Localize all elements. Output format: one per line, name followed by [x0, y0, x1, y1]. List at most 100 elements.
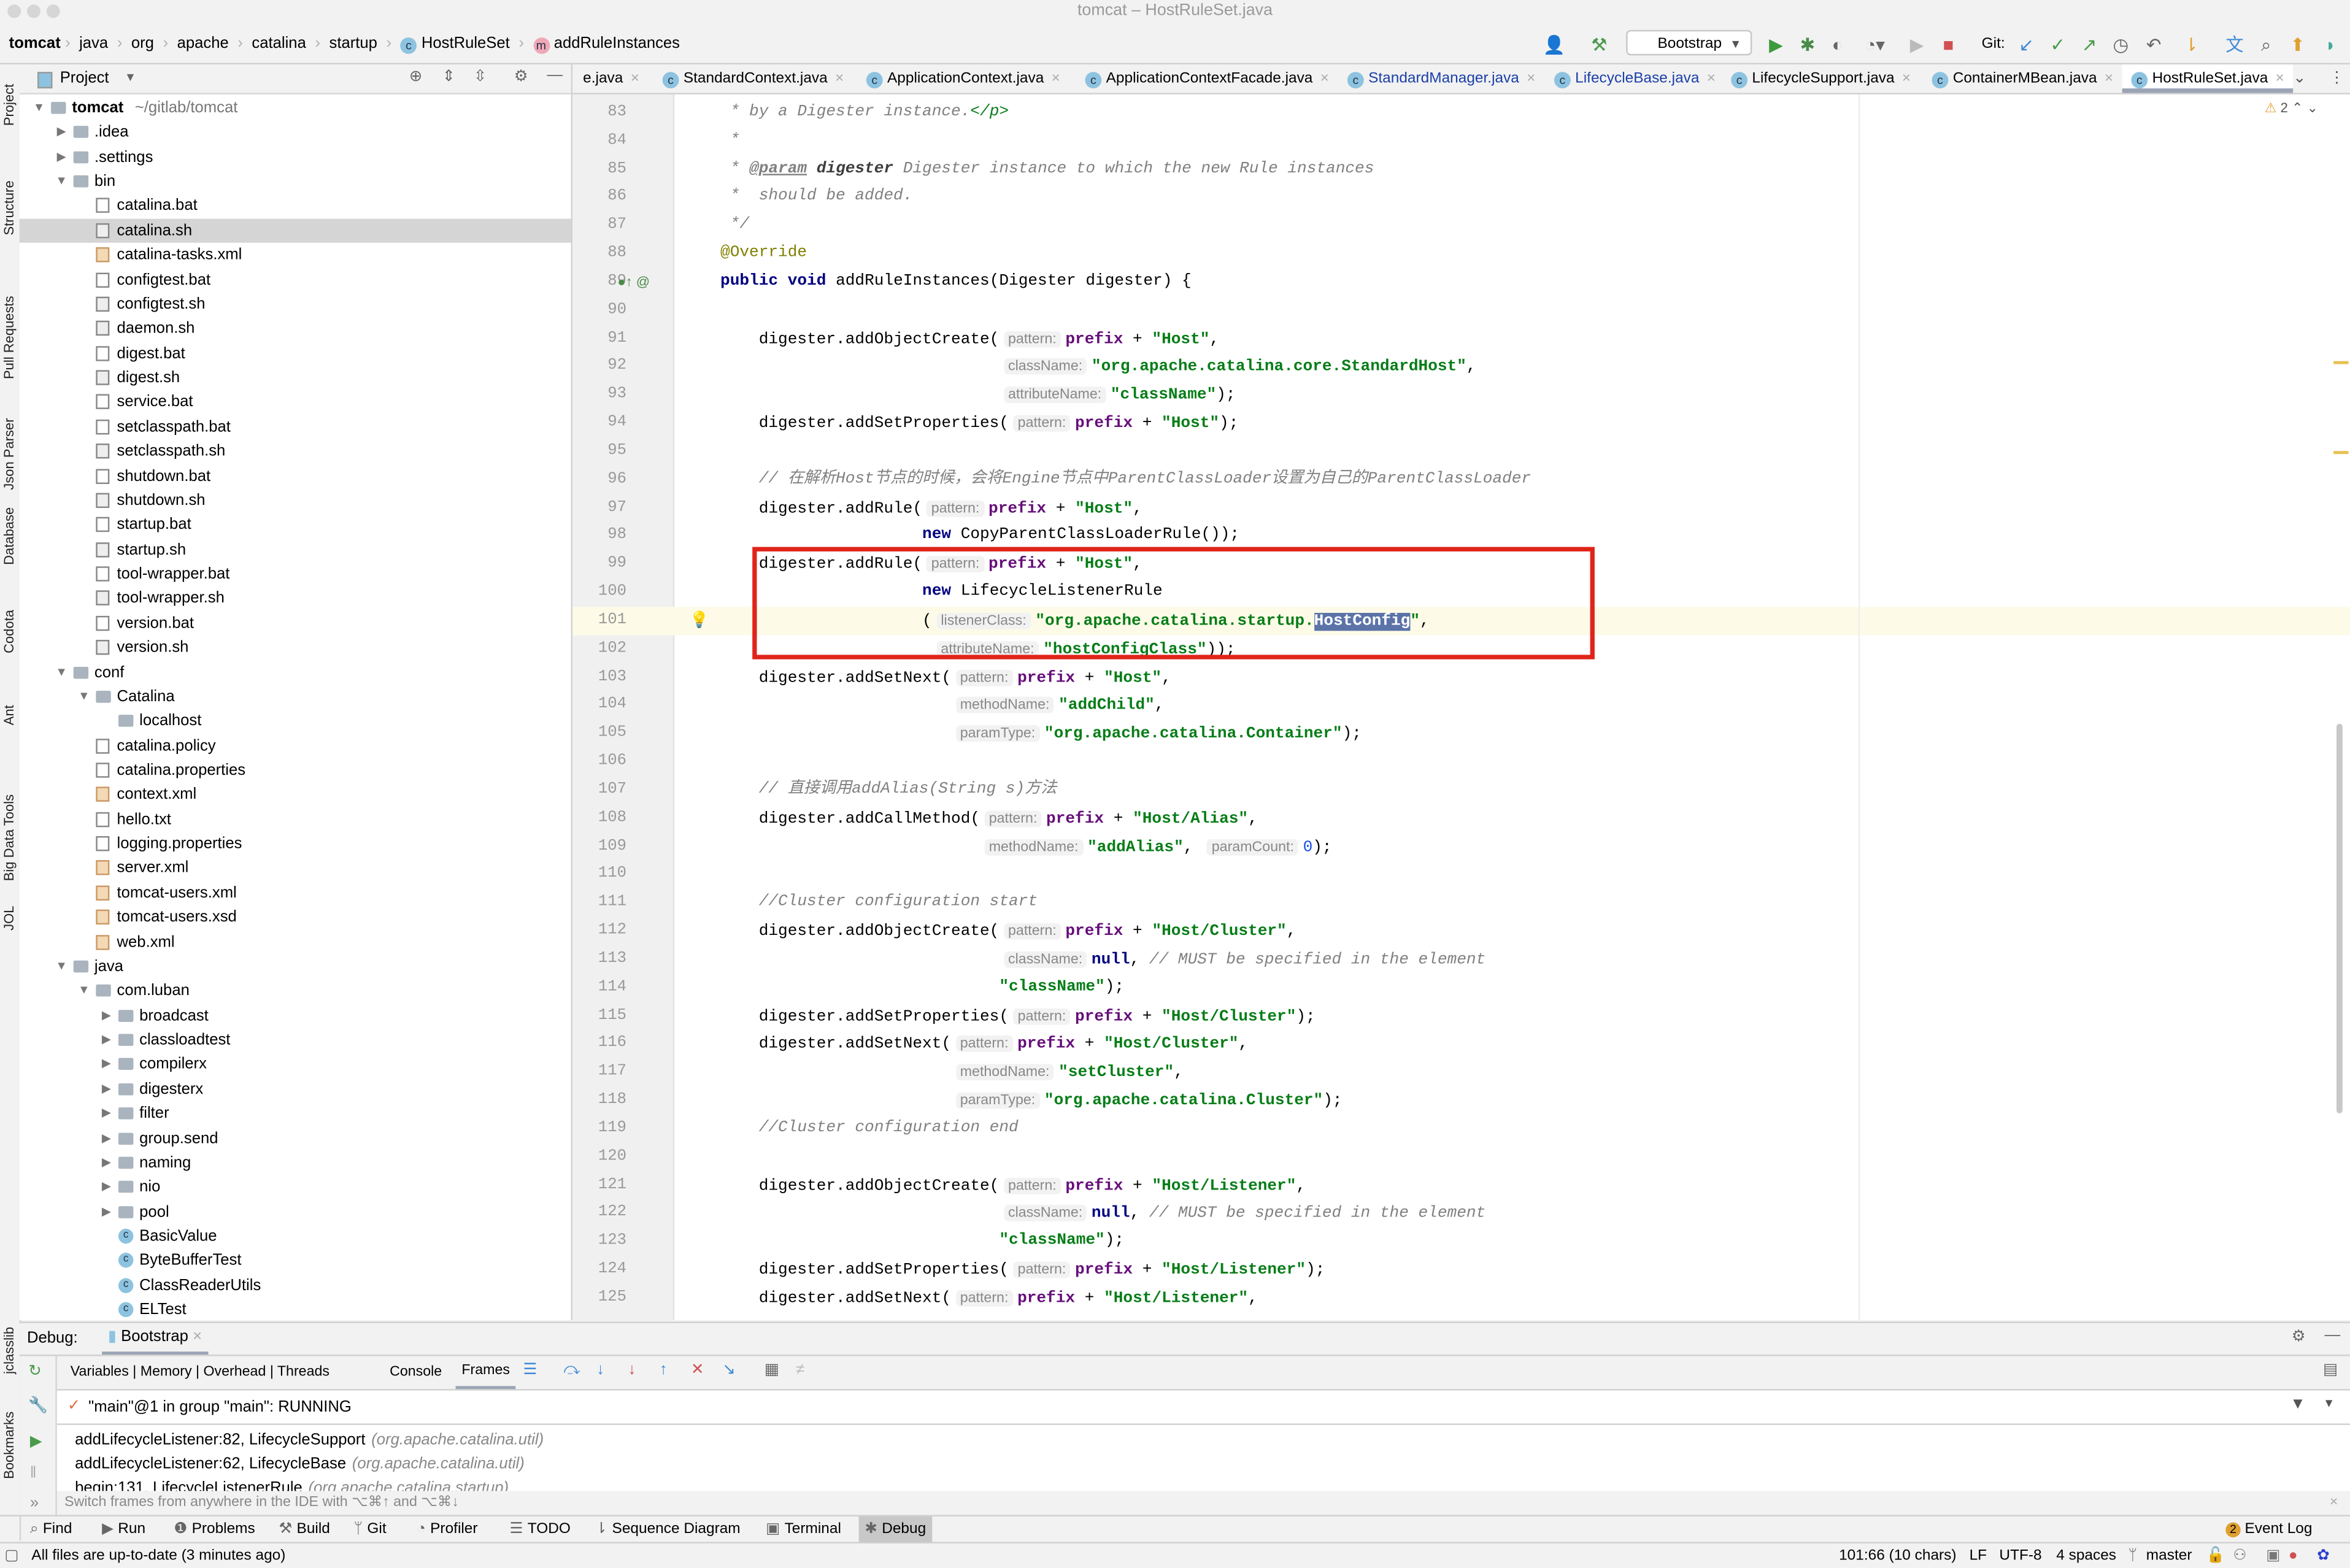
rerun-icon[interactable]: ↻ [28, 1362, 42, 1380]
line-separator[interactable]: LF [1970, 1543, 1987, 1567]
tree-item[interactable]: digest.bat [20, 341, 571, 365]
chevron-right-icon[interactable]: ▶ [99, 1077, 114, 1101]
code-line[interactable]: 103 digester.addSetNext(pattern: prefix +… [572, 663, 2350, 691]
git-commit-icon[interactable]: ✓ [2048, 33, 2068, 57]
tree-item[interactable]: c ELTest [20, 1298, 571, 1322]
tree-item[interactable]: service.bat [20, 390, 571, 414]
tree-item[interactable]: c BasicValue [20, 1224, 571, 1248]
chevron-right-icon[interactable]: ▶ [99, 1175, 114, 1199]
tool-tab-database[interactable]: Database [0, 502, 20, 592]
tree-item[interactable]: ▶ nio [20, 1175, 571, 1199]
code-editor[interactable]: 83 * by a Digester instance.</p> 84 * 85 *… [572, 94, 2350, 1320]
maximize-window-button[interactable] [46, 4, 60, 18]
tree-item[interactable]: ▶ .idea [20, 120, 571, 144]
event-log-button[interactable]: 2 Event Log [2225, 1516, 2313, 1543]
stack-frame[interactable]: addLifecycleListener:62, LifecycleBase (o… [57, 1452, 525, 1476]
warnings-indicator[interactable]: ⚠ 2 ⌃ ⌄ [2265, 101, 2318, 117]
tool-window-git[interactable]: ᛘ Git [353, 1516, 386, 1543]
editor-tab[interactable]: c ApplicationContext.java × [857, 64, 1069, 93]
scroll-marker[interactable] [2333, 361, 2349, 364]
code-line[interactable]: 94 digester.addSetProperties(pattern: pre… [572, 409, 2350, 437]
breadcrumb-item[interactable]: HostRuleSet [422, 34, 510, 52]
history-icon[interactable]: ◷ [2110, 33, 2131, 57]
editor-tab[interactable]: c HostRuleSet.java × [2122, 64, 2294, 93]
tree-item[interactable]: setclasspath.sh [20, 439, 571, 463]
chevron-right-icon[interactable]: ▶ [99, 1126, 114, 1150]
locate-icon[interactable]: ⊕ [409, 67, 423, 85]
code-line[interactable]: 85 * @param digester Digester instance t… [572, 155, 2350, 183]
filter-icon[interactable]: ▼ [2290, 1395, 2305, 1413]
tree-item[interactable]: catalina.properties [20, 758, 571, 782]
paw-icon[interactable]: ✿ [2317, 1543, 2329, 1567]
more-icon[interactable]: ⋮ [2329, 69, 2345, 86]
code-line[interactable]: 108 digester.addCallMethod(pattern: prefi… [572, 804, 2350, 832]
code-line[interactable]: 125 digester.addSetNext(pattern: prefix +… [572, 1284, 2350, 1312]
stop-icon[interactable]: ■ [1940, 33, 1957, 57]
breadcrumb-item[interactable]: org [131, 34, 154, 52]
inspector-icon[interactable]: ⚇ [2233, 1543, 2246, 1567]
code-line[interactable]: 122 className: null, // MUST be specified… [572, 1199, 2350, 1228]
tree-item[interactable]: ▶ pool [20, 1200, 571, 1224]
code-line[interactable]: 87 */ [572, 212, 2350, 240]
close-icon[interactable]: × [193, 1328, 202, 1345]
editor-tab[interactable]: c LifecycleBase.java × [1545, 64, 1724, 93]
tree-item[interactable]: ▼ conf [20, 660, 571, 684]
breadcrumb-item[interactable]: startup [329, 34, 377, 52]
collapse-all-icon[interactable]: ⇳ [474, 67, 487, 85]
tool-window-todo[interactable]: ☰ TODO [509, 1516, 570, 1543]
tree-item[interactable]: catalina.bat [20, 194, 571, 218]
chevron-down-icon[interactable]: ▼ [54, 955, 69, 978]
tree-item[interactable]: localhost [20, 709, 571, 733]
run-icon[interactable]: ▶ [1765, 33, 1786, 57]
tool-window-build[interactable]: ⚒ Build [279, 1516, 330, 1543]
scroll-marker[interactable] [2333, 451, 2349, 455]
tab-frames[interactable]: Frames [455, 1356, 516, 1389]
override-marker-icon[interactable]: ●↑ @ [617, 268, 650, 296]
code-line[interactable]: 116 digester.addSetNext(pattern: prefix +… [572, 1030, 2350, 1058]
code-line[interactable]: 96 // 在解析Host节点的时候，会将Engine节点中ParentClas… [572, 466, 2350, 494]
editor-tab[interactable]: c ContainerMBean.java × [1923, 64, 2122, 93]
tree-item[interactable]: tool-wrapper.sh [20, 586, 571, 610]
search-icon[interactable]: ⌕ [2256, 33, 2276, 57]
resume-icon[interactable]: ▶ [1906, 33, 1927, 57]
code-line[interactable]: 93 attributeName: "className"); [572, 381, 2350, 409]
user-icon[interactable]: 👤 [1538, 33, 1571, 57]
code-line[interactable]: 124 digester.addSetProperties(pattern: pr… [572, 1256, 2350, 1284]
code-line[interactable]: 119 //Cluster configuration end [572, 1115, 2350, 1143]
git-branch[interactable]: master [2146, 1543, 2192, 1567]
tool-window-terminal[interactable]: ▣ Terminal [766, 1516, 841, 1543]
debug-session-tab[interactable]: ▮ Bootstrap × [102, 1323, 208, 1355]
tree-item[interactable]: ▼ com.luban [20, 979, 571, 1003]
resume-program-icon[interactable]: ▶ [30, 1432, 42, 1450]
tree-item[interactable]: shutdown.bat [20, 464, 571, 488]
editor-tab[interactable]: e.java × [574, 64, 649, 93]
layout-settings-icon[interactable]: ▤ [2323, 1361, 2338, 1378]
chevron-right-icon[interactable]: ▶ [99, 1004, 114, 1028]
code-line[interactable]: 91 digester.addObjectCreate(pattern: pref… [572, 325, 2350, 353]
tool-tab-codota[interactable]: Codota [0, 607, 20, 697]
tree-item[interactable]: tomcat-users.xsd [20, 905, 571, 929]
gear-icon[interactable]: ⚙ [514, 67, 528, 85]
tool-tab-json-parser[interactable]: Json Parser [0, 405, 20, 495]
tree-item[interactable]: web.xml [20, 930, 571, 954]
tool-tab-jclasslib[interactable]: jclasslib [0, 1304, 20, 1394]
tree-item[interactable]: catalina-tasks.xml [20, 243, 571, 267]
code-line[interactable]: 109 methodName: "addAlias", paramCount: 0)… [572, 832, 2350, 861]
indent-setting[interactable]: 4 spaces [2056, 1543, 2116, 1567]
hide-panel-icon[interactable]: — [2324, 1326, 2340, 1344]
stack-frame[interactable]: begin:131, LifecycleListenerRule (org.apa… [57, 1476, 509, 1491]
stack-frame[interactable]: addLifecycleListener:82, LifecycleSuppor… [57, 1428, 544, 1452]
tool-tab-project[interactable]: Project [0, 72, 20, 162]
step-into-icon[interactable]: ↓ [596, 1361, 604, 1378]
intention-bulb-icon[interactable]: 💡 [690, 607, 709, 635]
tree-item[interactable]: catalina.sh [19, 218, 571, 243]
tree-item[interactable]: ▶ broadcast [20, 1004, 571, 1028]
breadcrumb-item[interactable]: addRuleInstances [554, 34, 680, 52]
tool-window-profiler[interactable]: ◔ Profiler [417, 1516, 477, 1543]
code-line[interactable]: 115 digester.addSetProperties(pattern: pr… [572, 1002, 2350, 1030]
code-line[interactable]: 89 public void addRuleInstances(Digester… [572, 268, 2350, 296]
git-push-icon[interactable]: ↗ [2079, 33, 2100, 57]
code-line[interactable]: 111 //Cluster configuration start [572, 889, 2350, 917]
tool-tab-pull-requests[interactable]: Pull Requests [0, 277, 20, 379]
editor-tab[interactable]: c StandardContext.java × [653, 64, 853, 93]
